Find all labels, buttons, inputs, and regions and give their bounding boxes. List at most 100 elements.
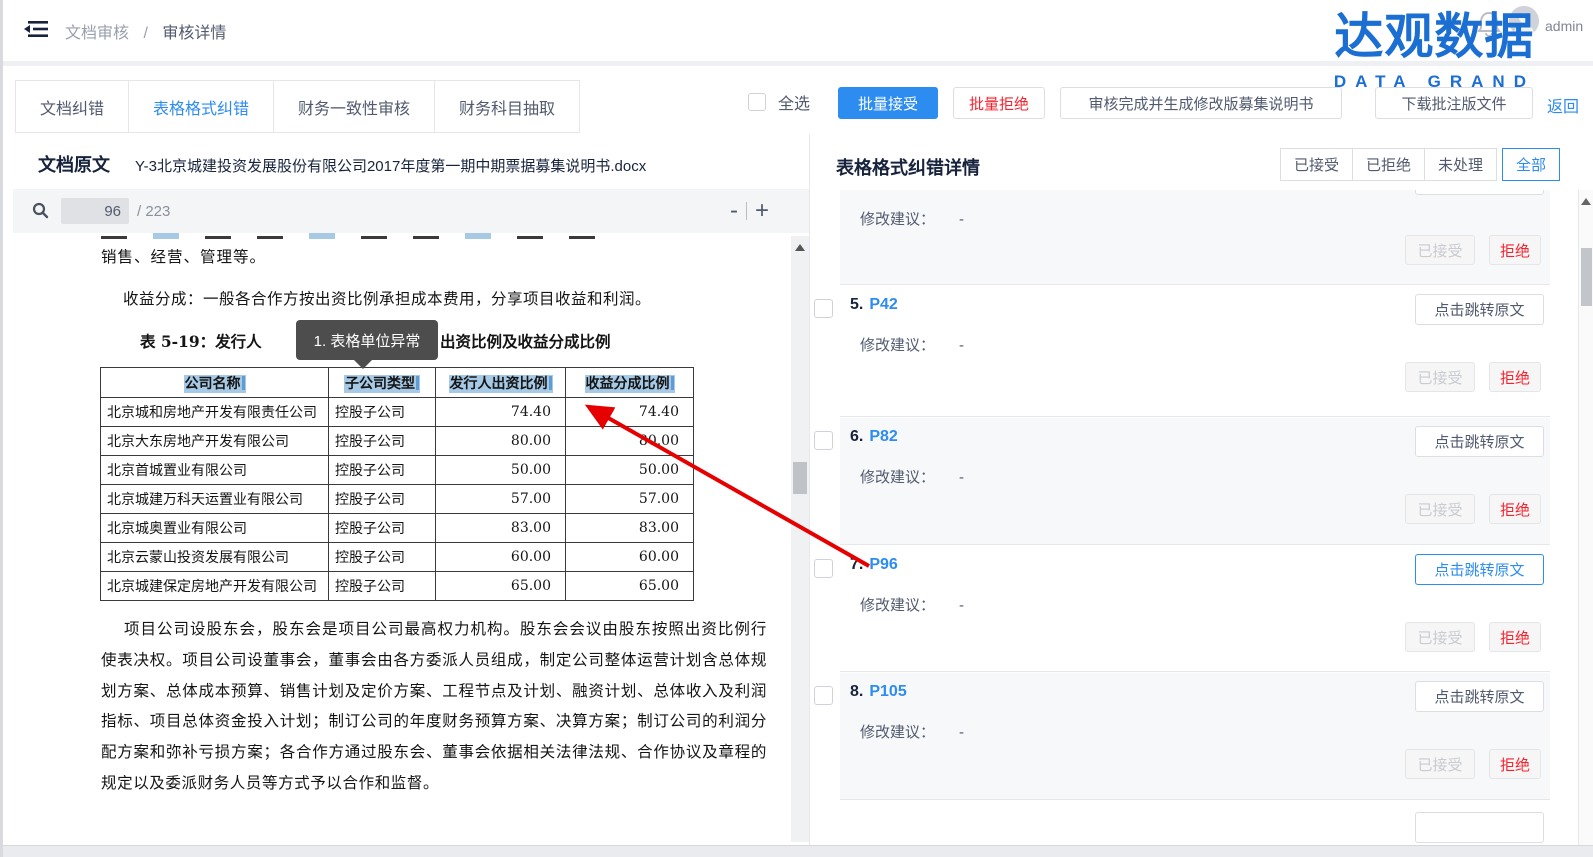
item-title: 7.P96	[850, 556, 898, 574]
review-scrollbar[interactable]	[1578, 190, 1593, 845]
back-link[interactable]: 返回	[1547, 93, 1579, 117]
accepted-button[interactable]: 已接受	[1405, 362, 1475, 392]
item-divider	[840, 799, 1550, 800]
filter-unprocessed[interactable]: 未处理	[1424, 148, 1497, 181]
username[interactable]: admin	[1545, 18, 1583, 34]
document-panel: 文档原文 Y-3北京城建投资发展股份有限公司2017年度第一期中期票据募集说明书…	[3, 134, 809, 845]
top-header: 文档审核 / 审核详情 admin	[3, 0, 1593, 61]
clipped-text-row	[101, 233, 701, 241]
page-number-input[interactable]	[61, 198, 129, 224]
table-header-row: 公司名称 子公司类型 发行人出资比例 收益分成比例	[101, 368, 694, 398]
accepted-button[interactable]: 已接受	[1405, 622, 1475, 652]
item-divider	[840, 671, 1550, 672]
item-divider	[840, 544, 1550, 545]
doc-paragraph-1: 销售、经营、管理等。	[101, 245, 266, 267]
page-link[interactable]: P42	[869, 296, 897, 313]
breadcrumb-current: 审核详情	[162, 25, 226, 42]
suggestion-row: 修改建议：-	[860, 466, 964, 487]
document-panel-title: 文档原文	[38, 151, 110, 177]
reject-button[interactable]: 拒绝	[1489, 622, 1541, 652]
user-avatar-icon[interactable]	[1509, 6, 1539, 36]
document-scrollbar[interactable]	[791, 236, 809, 842]
tab-financial-consistency[interactable]: 财务一致性审核	[273, 80, 435, 133]
select-all-checkbox[interactable]	[748, 93, 766, 111]
doc-paragraph-2: 收益分成：一般各合作方按出资比例承担成本费用，分享项目收益和利润。	[123, 287, 651, 309]
th-issuer-ratio: 发行人出资比例	[449, 375, 553, 393]
page-link[interactable]: P96	[869, 556, 897, 573]
table-row: 北京首城置业有限公司 控股子公司 50.00 50.00	[101, 456, 694, 485]
scroll-up-arrow-icon[interactable]	[1581, 198, 1591, 205]
item-title: 8.P105	[850, 683, 907, 701]
equity-ratio-table: 公司名称 子公司类型 发行人出资比例 收益分成比例 北京城和房地产开发有限责任公…	[100, 367, 694, 601]
item-title: 6.P82	[850, 428, 898, 446]
item-checkbox[interactable]	[814, 686, 833, 705]
review-panel: 表格格式纠错详情 已接受 已拒绝 未处理 全部 点击跳转原文 修改建议：- 已接…	[809, 134, 1593, 845]
page-total: / 223	[137, 203, 170, 220]
accepted-button[interactable]: 已接受	[1405, 235, 1475, 265]
jump-to-source-button-active[interactable]: 点击跳转原文	[1415, 554, 1544, 585]
search-icon[interactable]	[31, 202, 49, 220]
jump-to-source-button[interactable]: 点击跳转原文	[1415, 426, 1544, 457]
select-all-label[interactable]: 全选	[778, 90, 810, 114]
scroll-up-arrow-icon[interactable]	[795, 244, 805, 251]
table-row: 北京大东房地产开发有限公司 控股子公司 80.00 80.00	[101, 427, 694, 456]
document-filename: Y-3北京城建投资发展股份有限公司2017年度第一期中期票据募集说明书.docx	[135, 155, 646, 176]
reject-button[interactable]: 拒绝	[1489, 494, 1541, 524]
batch-reject-button[interactable]: 批量拒绝	[953, 87, 1045, 119]
menu-fold-icon[interactable]	[23, 18, 49, 40]
table-row: 北京云蒙山投资发展有限公司 控股子公司 60.00 60.00	[101, 543, 694, 572]
zoom-in-button[interactable]: +	[747, 197, 777, 225]
bell-icon[interactable]	[1476, 10, 1502, 38]
item-checkbox[interactable]	[814, 299, 833, 318]
document-viewport[interactable]: 销售、经营、管理等。 收益分成：一般各合作方按出资比例承担成本费用，分享项目收益…	[13, 233, 809, 845]
th-profit-share: 收益分成比例	[585, 375, 675, 393]
jump-to-source-button[interactable]: 点击跳转原文	[1415, 681, 1544, 712]
reject-button[interactable]: 拒绝	[1489, 235, 1541, 265]
breadcrumb: 文档审核 / 审核详情	[65, 19, 226, 43]
review-item-5: 5.P42 点击跳转原文 修改建议：- 已接受 拒绝	[810, 286, 1593, 417]
tab-financial-subject-extract[interactable]: 财务科目抽取	[434, 80, 580, 133]
table-row: 北京城和房地产开发有限责任公司 控股子公司 74.40 74.40	[101, 398, 694, 427]
finish-generate-button[interactable]: 审核完成并生成修改版募集说明书	[1060, 87, 1342, 119]
jump-to-source-button[interactable]	[1415, 812, 1544, 843]
tab-table-format-correction[interactable]: 表格格式纠错	[128, 80, 274, 133]
filter-all[interactable]: 全部	[1502, 148, 1560, 181]
tab-bar: 文档纠错 表格格式纠错 财务一致性审核 财务科目抽取	[15, 80, 580, 133]
table-caption-left: 表 5-19：发行人	[140, 330, 262, 352]
suggestion-row: 修改建议：-	[860, 208, 964, 229]
reject-button[interactable]: 拒绝	[1489, 362, 1541, 392]
reject-button[interactable]: 拒绝	[1489, 749, 1541, 779]
item-checkbox[interactable]	[814, 559, 833, 578]
bottom-edge-band	[3, 845, 1593, 857]
download-annotated-button[interactable]: 下载批注版文件	[1375, 87, 1533, 119]
review-panel-title: 表格格式纠错详情	[836, 154, 980, 180]
page-link[interactable]: P82	[869, 428, 897, 445]
breadcrumb-parent[interactable]: 文档审核	[65, 25, 129, 42]
accepted-button[interactable]: 已接受	[1405, 749, 1475, 779]
document-scrollbar-thumb[interactable]	[793, 462, 807, 494]
table-caption-right: 出资比例及收益分成比例	[440, 330, 611, 352]
suggestion-row: 修改建议：-	[860, 721, 964, 742]
zoom-out-button[interactable]: -	[722, 197, 746, 225]
batch-accept-button[interactable]: 批量接受	[838, 87, 938, 119]
jump-to-source-button[interactable]: 点击跳转原文	[1415, 294, 1544, 325]
review-scrollbar-thumb[interactable]	[1581, 248, 1592, 306]
filter-rejected[interactable]: 已拒绝	[1352, 148, 1425, 181]
filter-group: 已接受 已拒绝 未处理 全部	[1281, 148, 1560, 181]
table-row: 北京城奥置业有限公司 控股子公司 83.00 83.00	[101, 514, 694, 543]
filter-accepted[interactable]: 已接受	[1280, 148, 1353, 181]
table-row: 北京城建保定房地产开发有限公司 控股子公司 65.00 65.00	[101, 572, 694, 601]
review-item-partial-bottom	[810, 801, 1593, 845]
jump-to-source-button[interactable]: 点击跳转原文	[1415, 190, 1544, 195]
review-item-8: 8.P105 点击跳转原文 修改建议：- 已接受 拒绝	[810, 673, 1593, 800]
tab-doc-correction[interactable]: 文档纠错	[15, 80, 129, 133]
page-link[interactable]: P105	[869, 683, 906, 700]
anomaly-tooltip: 1. 表格单位异常	[296, 320, 438, 360]
suggestion-row: 修改建议：-	[860, 594, 964, 615]
th-company-name: 公司名称	[184, 375, 246, 393]
accepted-button[interactable]: 已接受	[1405, 494, 1475, 524]
breadcrumb-separator: /	[143, 25, 147, 42]
item-checkbox[interactable]	[814, 431, 833, 450]
table-row: 北京城建万科天运置业有限公司 控股子公司 57.00 57.00	[101, 485, 694, 514]
review-list: 点击跳转原文 修改建议：- 已接受 拒绝 5.P42 点击跳转原文 修改建议：-…	[810, 190, 1593, 845]
